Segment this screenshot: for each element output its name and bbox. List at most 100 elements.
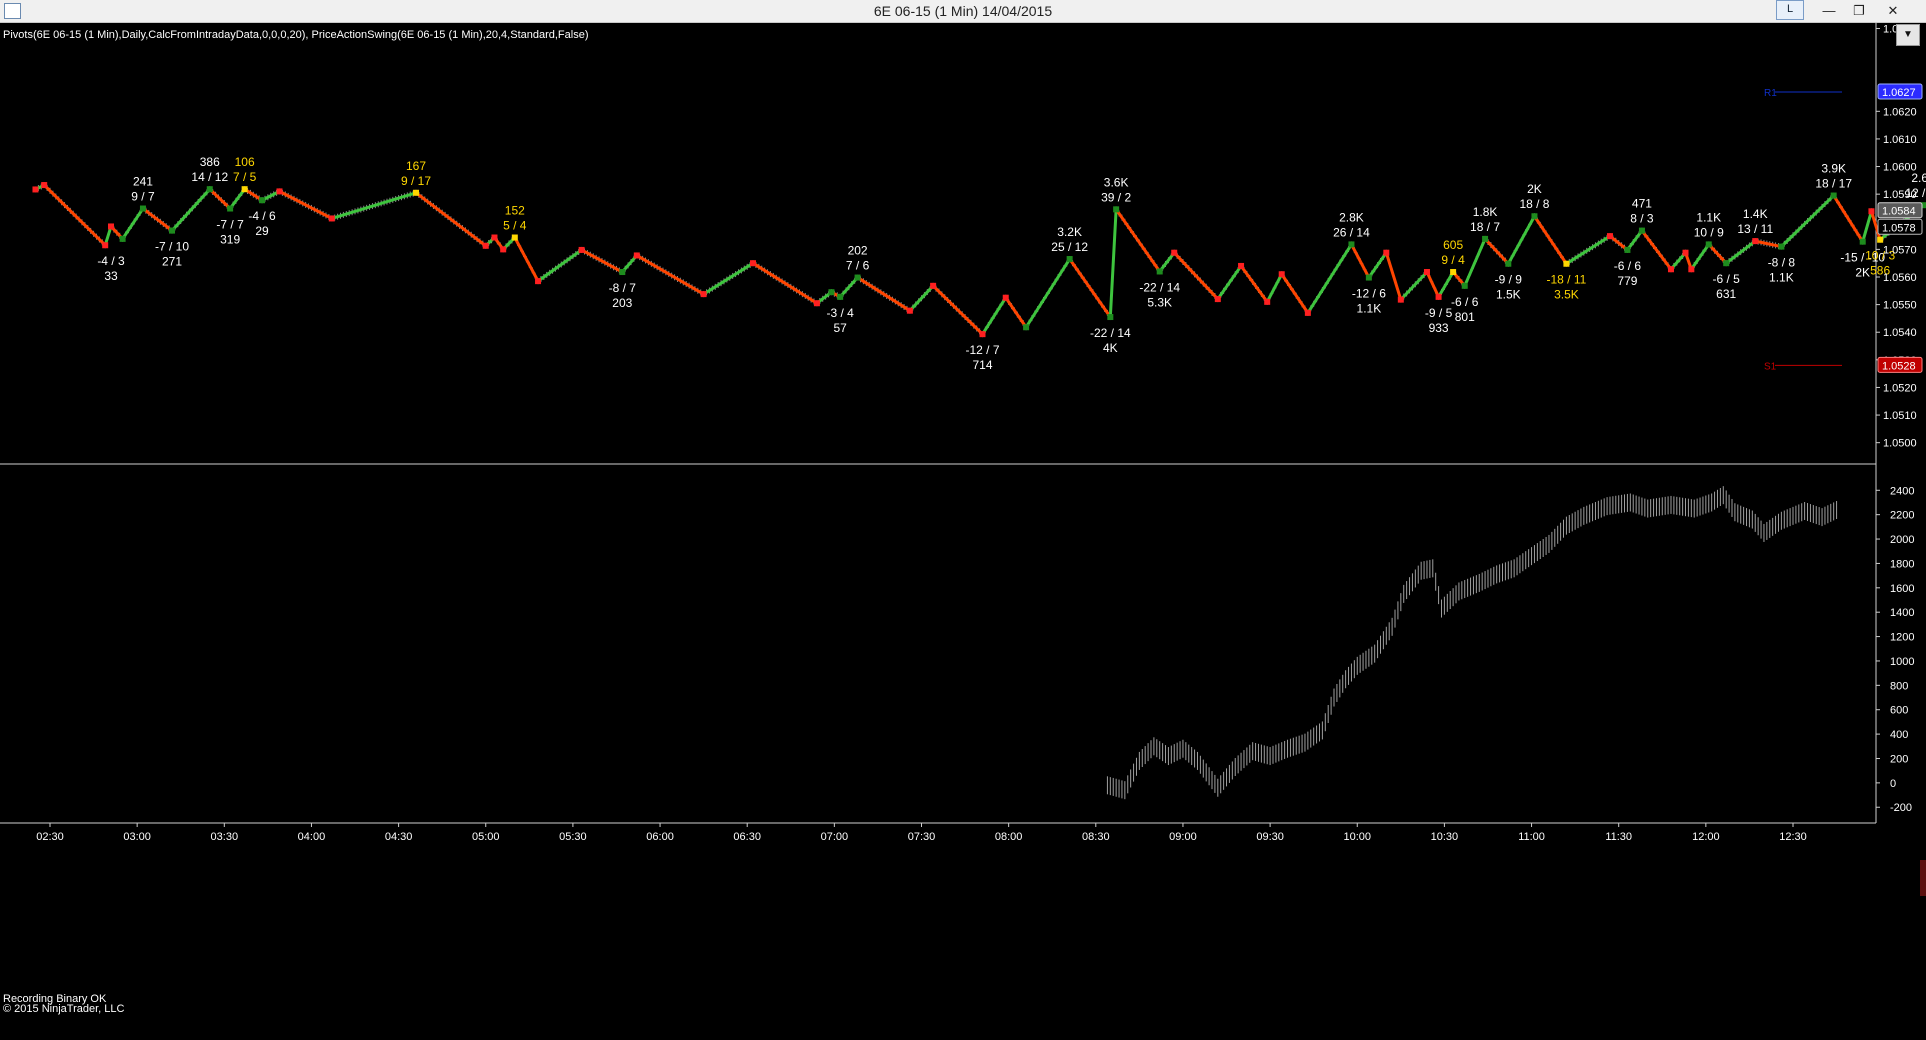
swing-label: 152: [505, 204, 525, 218]
swing-segment: [170, 187, 212, 233]
x-tick-label: 10:30: [1431, 831, 1459, 843]
y-tick-label: -200: [1890, 802, 1912, 814]
swing-label: 9 / 17: [401, 174, 431, 188]
swing-point: [1423, 269, 1430, 276]
swing-point: [1450, 269, 1457, 276]
swing-point: [32, 186, 39, 193]
chart-canvas[interactable]: R1 S1 -4 / 333 2419 / 7 -7 / 10271 38614 / 12…: [0, 22, 1926, 1040]
swing-label: -3 / 4: [826, 306, 854, 320]
swing-label: -4 / 3: [97, 254, 125, 268]
link-button[interactable]: L: [1776, 0, 1804, 20]
swing-label: 33: [104, 269, 118, 283]
swing-segment: [1239, 264, 1269, 304]
swing-label: -22 / 14: [1090, 326, 1131, 340]
swing-segment: [1564, 234, 1612, 266]
swing-label: 3.6K: [1104, 175, 1129, 189]
swing-segment: [330, 191, 418, 220]
swing-label: 3.9K: [1821, 162, 1846, 176]
swing-label: 14 / 12: [191, 170, 228, 184]
swing-point: [1348, 241, 1355, 248]
swing-label: -6 / 6: [1451, 295, 1479, 309]
x-tick-label: 04:30: [385, 831, 413, 843]
y-tick-label: 1200: [1890, 632, 1914, 644]
swing-label: 18 / 8: [1519, 197, 1549, 211]
x-tick-label: 05:30: [559, 831, 587, 843]
swing-segment: [1425, 270, 1441, 299]
swing-segment: [1689, 242, 1711, 271]
swing-segment: [1367, 251, 1388, 280]
swing-segment: [277, 189, 334, 220]
swing-segment: [1024, 257, 1072, 329]
swing-segment: [1532, 214, 1568, 266]
swing-segment: [981, 296, 1008, 336]
y-tick-label: 1.0620: [1883, 106, 1917, 118]
swing-label: -4 / 6: [248, 209, 276, 223]
x-tick-label: 08:30: [1082, 831, 1110, 843]
swing-label: 241: [133, 175, 153, 189]
swing-point: [1397, 296, 1404, 303]
y-tick-label: 1.0510: [1883, 410, 1917, 422]
swing-label: 779: [1617, 274, 1637, 288]
swing-segment: [1437, 270, 1455, 299]
swing-label: 26 / 14: [1333, 225, 1370, 239]
restore-button[interactable]: ❐: [1842, 0, 1876, 22]
close-button[interactable]: ✕: [1876, 0, 1910, 22]
x-tick-label: 11:00: [1518, 831, 1545, 843]
swing-point: [1107, 314, 1114, 321]
y-tick-label: 1600: [1890, 583, 1914, 595]
swing-point: [750, 260, 757, 267]
swing-label: 386: [200, 155, 220, 169]
swing-label: -18 / 11: [1547, 273, 1587, 287]
swing-point: [241, 186, 248, 193]
swing-point: [1752, 238, 1759, 245]
swing-segment: [580, 248, 624, 274]
swing-segment: [702, 261, 755, 296]
swing-segment: [1463, 237, 1487, 288]
swing-label: 7 / 6: [846, 259, 870, 273]
minimize-button[interactable]: —: [1812, 0, 1846, 22]
swing-point: [1723, 260, 1730, 267]
x-tick-label: 08:00: [995, 831, 1023, 843]
swing-point: [1688, 266, 1695, 273]
swing-point: [491, 234, 498, 241]
swing-point: [276, 188, 283, 195]
swing-segment: [121, 207, 145, 241]
swing-label: 29: [255, 224, 269, 238]
swing-segment: [635, 253, 706, 296]
swing-segment: [1753, 239, 1783, 249]
swing-label: 167: [406, 159, 426, 173]
swing-point: [1171, 249, 1178, 256]
swing-segment: [1280, 272, 1310, 315]
swing-point: [1638, 227, 1645, 234]
swing-label: -9 / 5: [1425, 306, 1453, 320]
swing-point: [500, 246, 507, 253]
swing-label: 7 / 5: [233, 170, 257, 184]
swing-segment: [1216, 264, 1243, 301]
swing-point: [1365, 274, 1372, 281]
swing-segment: [1861, 209, 1873, 244]
swing-point: [1505, 260, 1512, 267]
swing-label: -8 / 7: [609, 281, 637, 295]
y-tick-label: 1.0590: [1883, 189, 1917, 201]
swing-label: 9 / 4: [1441, 253, 1465, 267]
swing-label: -7 / 7: [216, 218, 244, 232]
swing-point: [633, 252, 640, 259]
swing-point: [837, 293, 844, 300]
y-tick-label: 1.0550: [1883, 300, 1917, 312]
price-tag-label: 1.0584: [1882, 206, 1916, 218]
x-tick-label: 11:30: [1605, 831, 1632, 843]
swing-segment: [1724, 239, 1757, 265]
swing-point: [578, 246, 585, 253]
swing-segment: [513, 236, 540, 283]
swing-point: [41, 182, 48, 189]
swing-label: 10 / 9: [1694, 225, 1724, 239]
swing-label: -7 / 10: [155, 240, 189, 254]
x-tick-label: 07:30: [908, 831, 936, 843]
swing-segment: [1306, 242, 1353, 315]
axis-menu-dropdown[interactable]: ▼: [1896, 24, 1920, 46]
swing-point: [1066, 256, 1073, 263]
y-tick-label: 0: [1890, 778, 1896, 790]
scrollbar-thumb[interactable]: [1920, 860, 1926, 896]
x-tick-label: 03:00: [123, 831, 151, 843]
swing-label: 9 / 7: [131, 190, 155, 204]
